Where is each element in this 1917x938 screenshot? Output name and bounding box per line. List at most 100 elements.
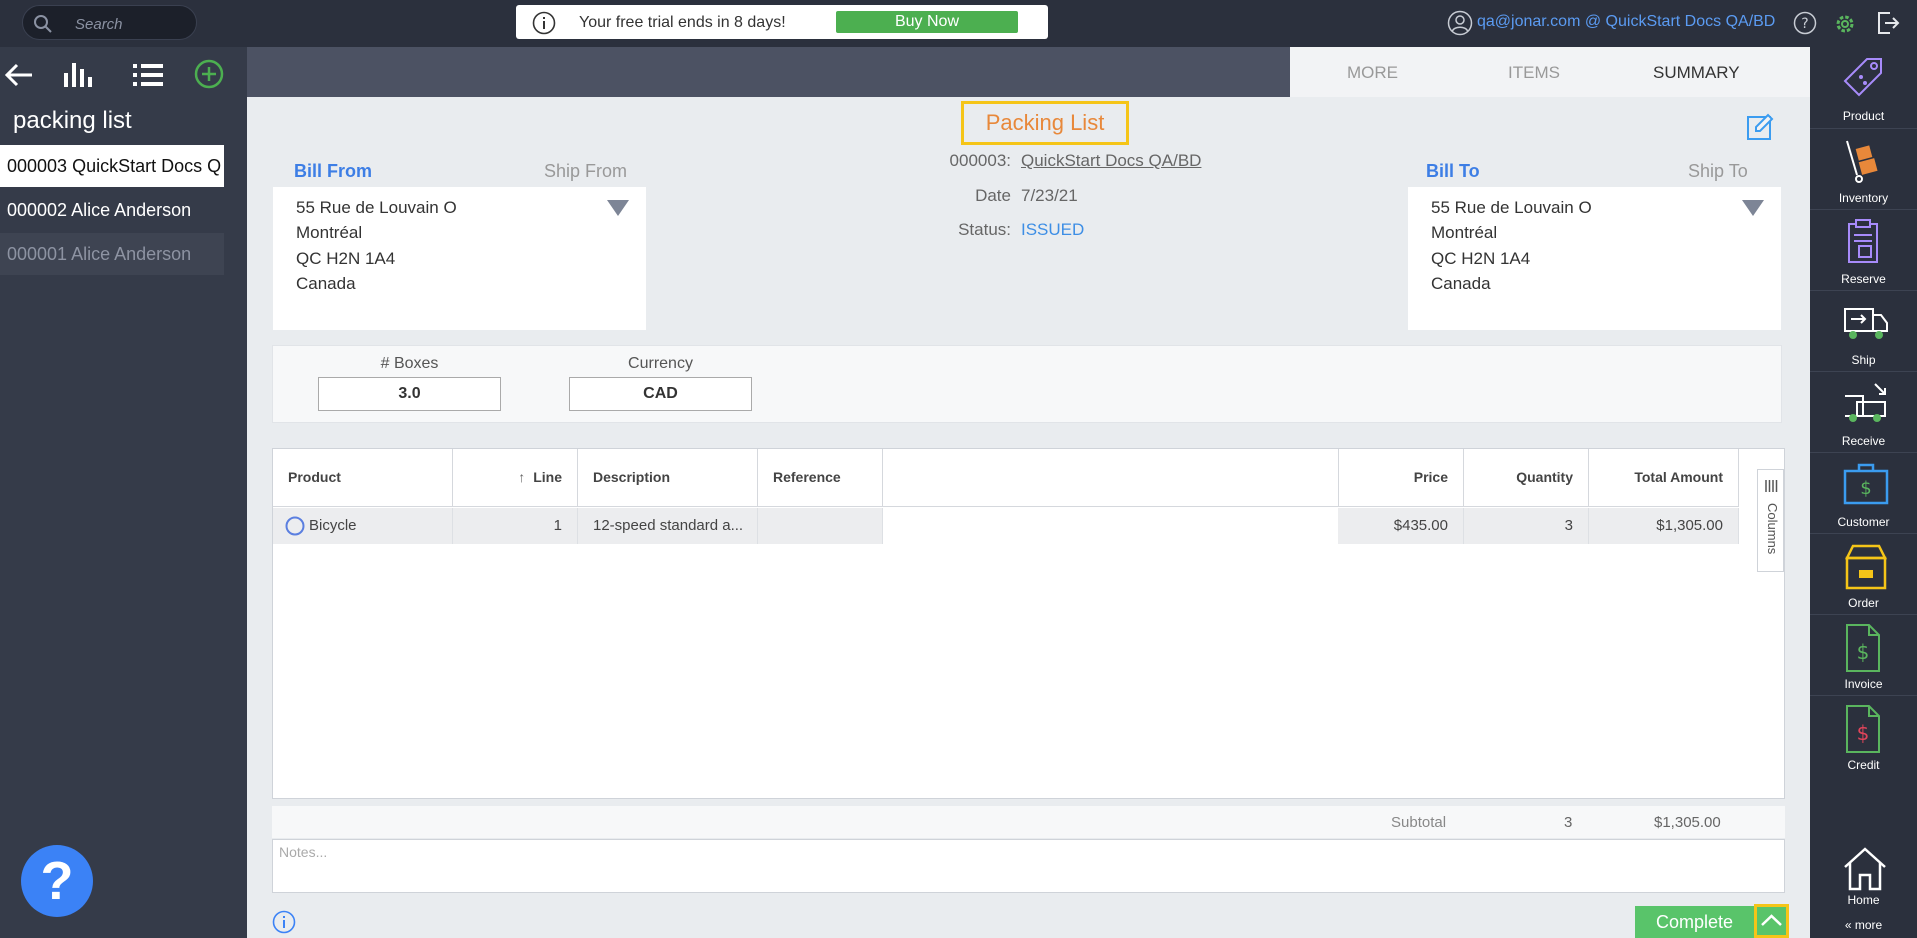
bill-to-title[interactable]: Bill To: [1426, 161, 1480, 182]
notes-placeholder: Notes...: [279, 844, 328, 860]
help-button[interactable]: ?: [21, 845, 93, 917]
subtotal-quantity: 3: [1564, 814, 1573, 831]
left-sidebar: packing list 000003 QuickStart Docs Q 00…: [0, 47, 247, 938]
cell-reference[interactable]: [758, 508, 883, 544]
collapse-button[interactable]: [1754, 904, 1789, 938]
nav-label: Home: [1847, 893, 1880, 907]
cell-line[interactable]: 1: [453, 508, 578, 544]
tab-more[interactable]: MORE: [1347, 63, 1398, 83]
nav-label: Reserve: [1841, 272, 1886, 286]
left-toolbar: [0, 47, 247, 99]
notes-field[interactable]: Notes...: [272, 839, 1785, 893]
list-item[interactable]: 000003 QuickStart Docs Q: [0, 145, 224, 187]
status-label: Status:: [958, 220, 1011, 239]
columns-label: Columns: [1765, 503, 1780, 555]
column-header-quantity[interactable]: Quantity: [1464, 449, 1589, 507]
column-header-total[interactable]: Total Amount: [1589, 449, 1739, 507]
bill-from-title[interactable]: Bill From: [294, 161, 372, 182]
boxes-input[interactable]: 3.0: [318, 377, 501, 411]
content-header: [247, 47, 1290, 97]
column-header-price[interactable]: Price: [1338, 449, 1464, 507]
column-header-product[interactable]: Product: [273, 449, 453, 507]
help-icon[interactable]: ?: [1793, 11, 1817, 35]
box-icon: [1844, 544, 1888, 590]
list-item[interactable]: 000001 Alice Anderson: [0, 233, 224, 275]
currency-select[interactable]: CAD: [569, 377, 752, 411]
ship-from-tab[interactable]: Ship From: [544, 161, 627, 182]
more-link[interactable]: « more: [1810, 918, 1917, 932]
boxes-label: # Boxes: [380, 355, 439, 372]
bag-dollar-icon: $: [1843, 463, 1889, 505]
nav-inventory[interactable]: Inventory: [1810, 128, 1917, 209]
right-sidebar: Product Inventory Reserve Ship Receive $…: [1810, 47, 1917, 938]
cell-total[interactable]: $1,305.00: [1589, 508, 1739, 544]
nav-label: Invoice: [1844, 677, 1883, 691]
nav-label: Receive: [1841, 434, 1886, 448]
row-select-icon[interactable]: [285, 516, 305, 536]
ship-to-tab[interactable]: Ship To: [1688, 161, 1748, 182]
doc-customer-link[interactable]: QuickStart Docs QA/BD: [1021, 151, 1201, 171]
nav-ship[interactable]: Ship: [1810, 290, 1917, 371]
bill-from-address[interactable]: 55 Rue de Louvain O Montréal QC H2N 1A4 …: [273, 187, 646, 330]
dropdown-arrow-icon[interactable]: [1742, 200, 1764, 216]
search-box[interactable]: Search: [22, 5, 197, 40]
list-item[interactable]: 000002 Alice Anderson: [0, 189, 224, 231]
nav-label: Credit: [1847, 758, 1880, 772]
date-value: 7/23/21: [1021, 186, 1078, 205]
column-header-reference[interactable]: Reference: [758, 449, 883, 507]
tab-items[interactable]: ITEMS: [1508, 63, 1560, 83]
column-header-description[interactable]: Description: [578, 449, 758, 507]
nav-order[interactable]: Order: [1810, 533, 1917, 614]
nav-product[interactable]: Product: [1810, 47, 1917, 128]
subtotal-row: Subtotal 3 $1,305.00: [272, 806, 1785, 838]
nav-home[interactable]: Home: [1810, 837, 1917, 918]
truck-in-icon: [1845, 383, 1886, 422]
address-line: QC H2N 1A4: [1431, 249, 1531, 268]
back-arrow-icon[interactable]: [4, 62, 34, 88]
nav-label: Product: [1842, 109, 1885, 123]
dropdown-arrow-icon[interactable]: [607, 200, 629, 216]
column-header-line[interactable]: ↑ Line: [453, 449, 578, 507]
invoice-icon: $: [1846, 624, 1880, 672]
chart-icon[interactable]: [62, 59, 92, 89]
date-label: Date: [975, 186, 1011, 205]
svg-text:$: $: [1860, 478, 1871, 499]
truck-out-icon: [1844, 308, 1888, 339]
bill-to-address[interactable]: 55 Rue de Louvain O Montréal QC H2N 1A4 …: [1408, 187, 1781, 330]
subtotal-label: Subtotal: [1391, 814, 1447, 831]
cell-description[interactable]: 12-speed standard a...: [578, 508, 758, 544]
trial-banner: Your free trial ends in 8 days! Buy Now: [516, 5, 1048, 39]
svg-text:?: ?: [1801, 16, 1808, 32]
search-input[interactable]: Search: [75, 16, 123, 33]
user-icon[interactable]: [1447, 10, 1473, 36]
sort-arrow-icon: ↑: [518, 469, 526, 485]
address-line: Montréal: [296, 223, 363, 242]
buy-now-button[interactable]: Buy Now: [836, 11, 1018, 33]
clipboard-icon: [1848, 219, 1878, 263]
columns-toggle[interactable]: Columns: [1757, 469, 1784, 572]
address-line: QC H2N 1A4: [296, 249, 396, 268]
cell-quantity[interactable]: 3: [1464, 508, 1589, 544]
logout-icon[interactable]: [1875, 10, 1901, 36]
nav-receive[interactable]: Receive: [1810, 371, 1917, 452]
info-icon: [532, 11, 556, 35]
info-icon[interactable]: [272, 910, 296, 934]
table-row[interactable]: Bicycle: [273, 508, 453, 544]
nav-reserve[interactable]: Reserve: [1810, 209, 1917, 290]
tab-summary[interactable]: SUMMARY: [1653, 63, 1740, 83]
doc-number-label: 000003:: [949, 151, 1011, 170]
cell-price[interactable]: $435.00: [1338, 508, 1464, 544]
list-icon[interactable]: [133, 62, 163, 88]
page-title: Packing List: [961, 101, 1129, 145]
nav-invoice[interactable]: $ Invoice: [1810, 614, 1917, 695]
nav-credit[interactable]: $ Credit: [1810, 695, 1917, 776]
add-icon[interactable]: [194, 59, 224, 89]
svg-text:$: $: [1857, 640, 1870, 664]
gear-icon[interactable]: [1832, 11, 1858, 37]
nav-customer[interactable]: $ Customer: [1810, 452, 1917, 533]
edit-icon[interactable]: [1746, 113, 1774, 141]
user-account-link[interactable]: qa@jonar.com @ QuickStart Docs QA/BD: [1477, 13, 1775, 31]
complete-button[interactable]: Complete: [1635, 906, 1754, 938]
nav-label: Ship: [1851, 353, 1876, 367]
column-header-spacer: [883, 449, 1339, 507]
